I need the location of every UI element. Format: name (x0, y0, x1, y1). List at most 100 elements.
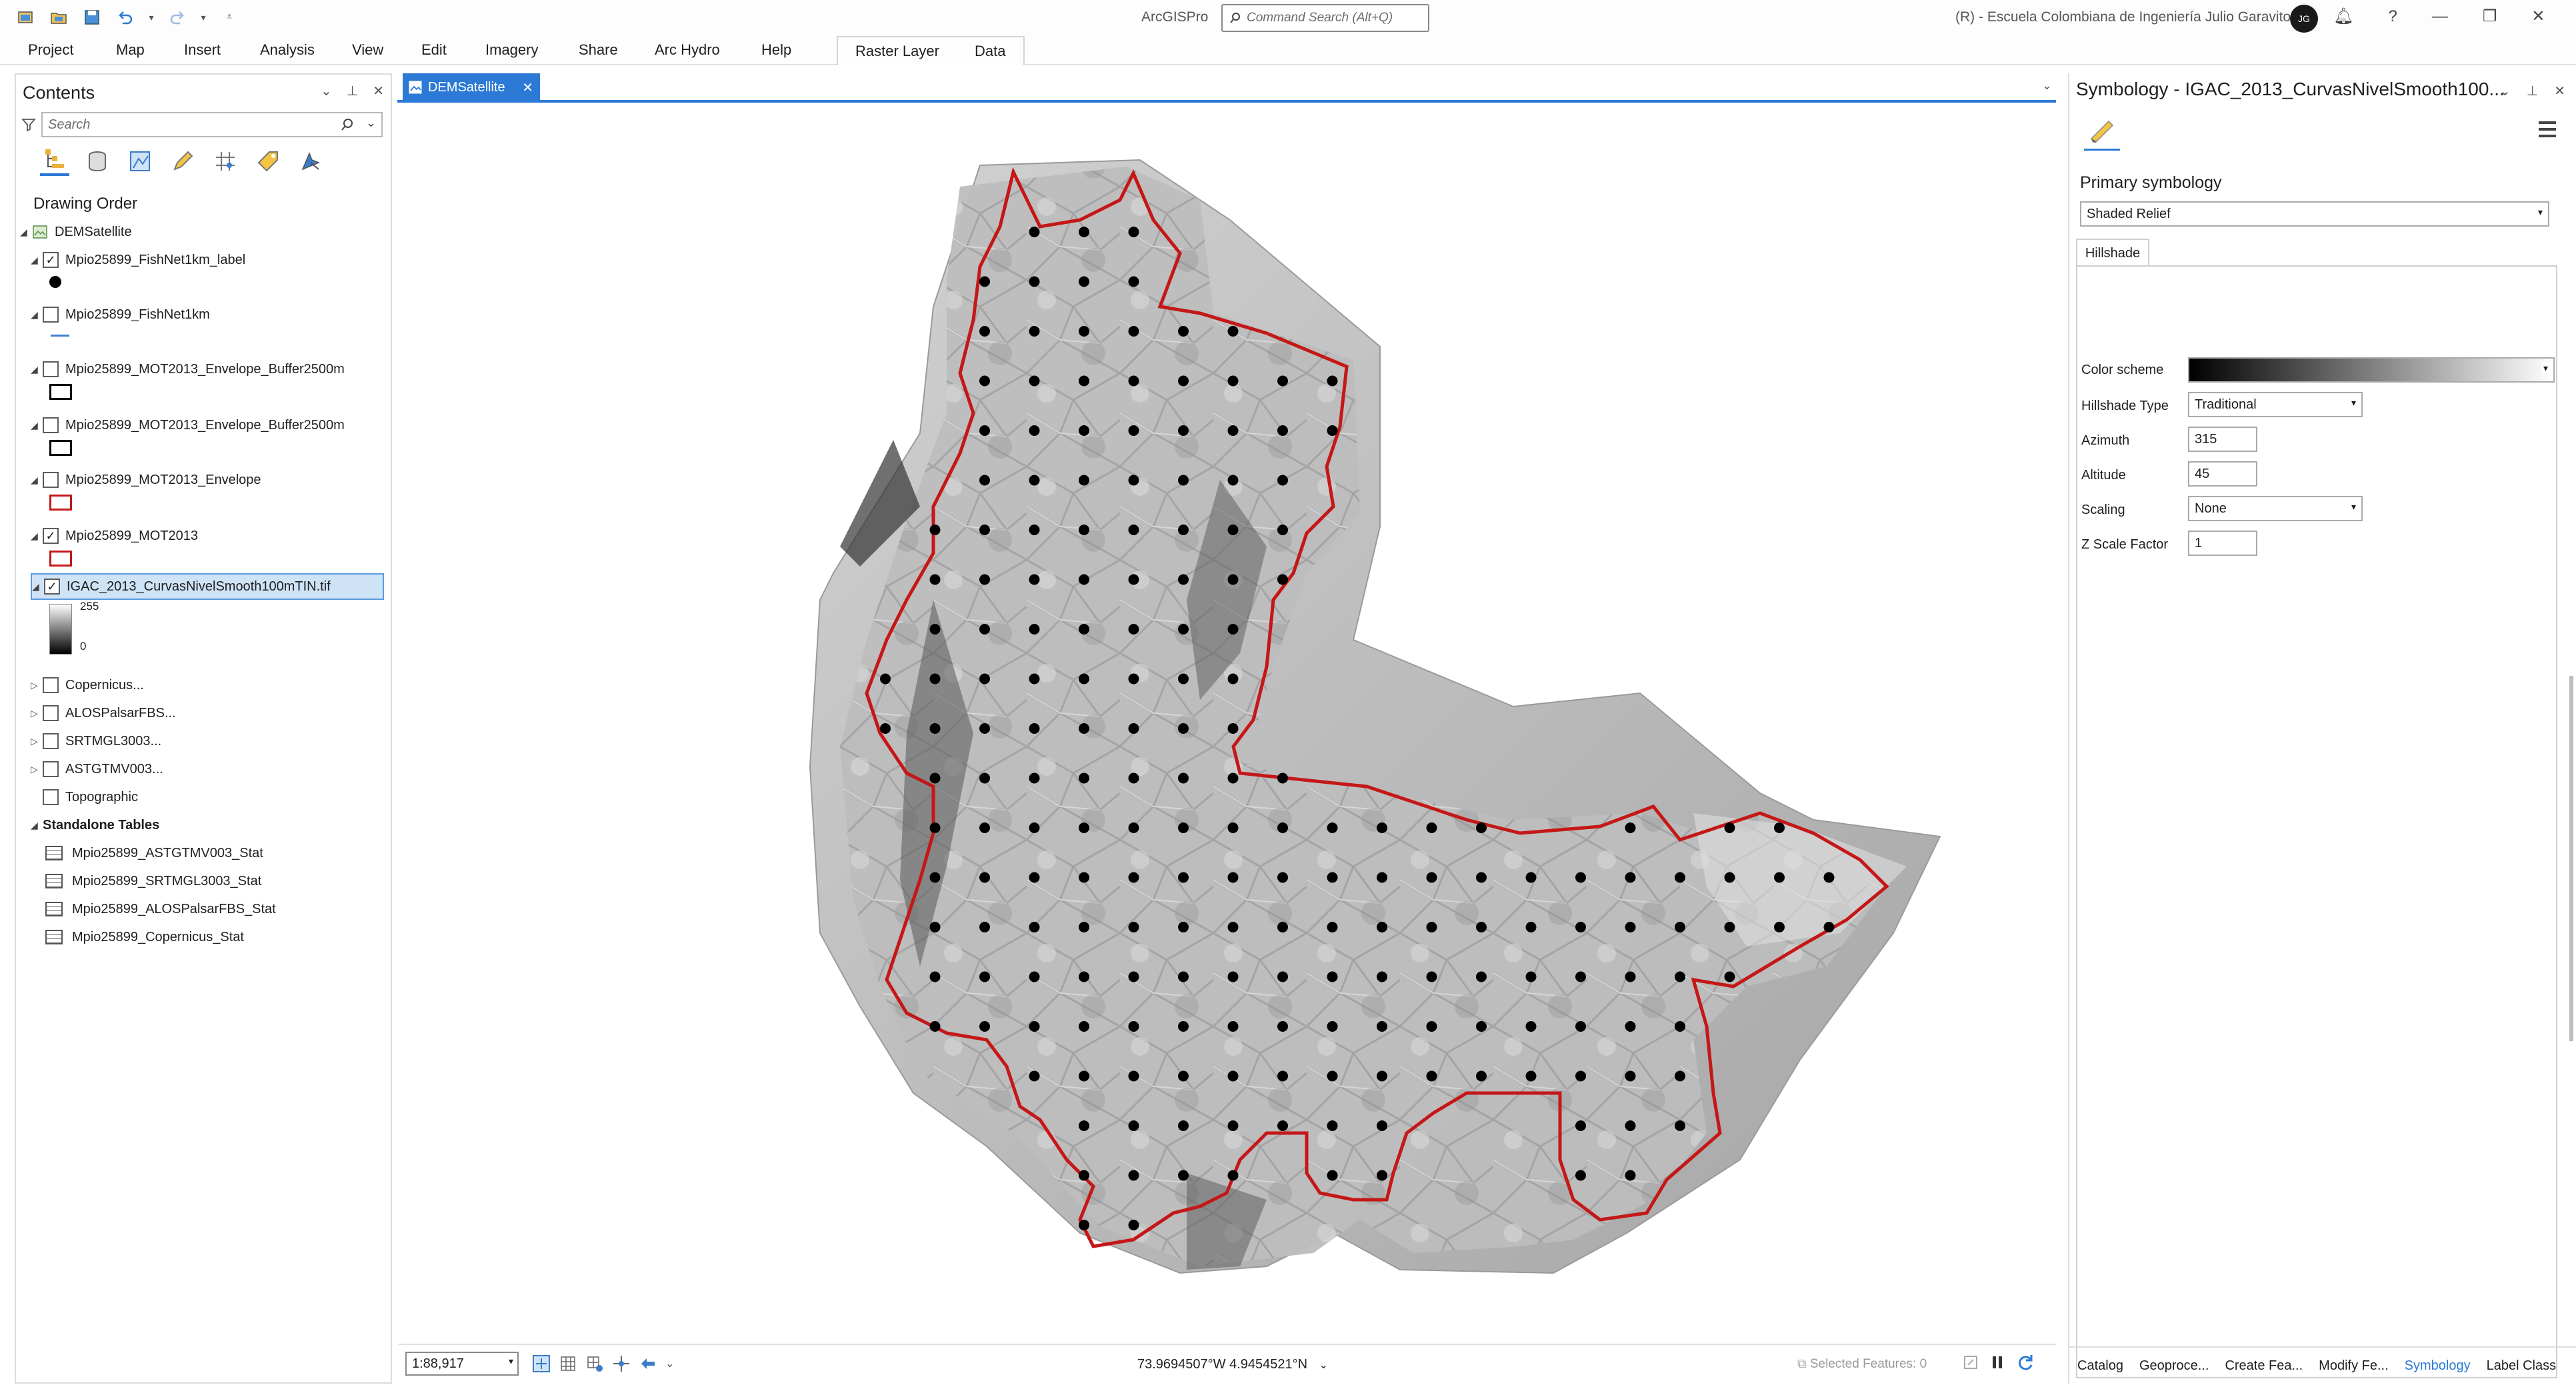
azimuth-input[interactable]: 315 (2188, 427, 2257, 452)
toc-standalone-tables[interactable]: ◢ Standalone Tables (31, 814, 159, 836)
layer-visibility-checkbox[interactable] (43, 417, 59, 433)
toc-layer-mot2013[interactable]: ◢ Mpio25899_MOT2013 (31, 525, 198, 547)
tab-analysis[interactable]: Analysis (260, 41, 315, 59)
restore-icon[interactable]: ❐ (2483, 7, 2497, 26)
color-scheme-ramp[interactable]: ▾ (2188, 357, 2555, 383)
layer-visibility-checkbox[interactable] (43, 677, 59, 693)
chevron-down-icon[interactable]: ▾ (2351, 397, 2356, 409)
chevron-down-icon[interactable]: ▾ (2541, 363, 2549, 374)
toc-layer-srtm[interactable]: ▷ SRTMGL3003... (31, 730, 161, 752)
layer-visibility-checkbox[interactable] (43, 472, 59, 488)
navigation-dropdown-chevron-down-icon[interactable]: ⌄ (665, 1357, 674, 1370)
tab-list-chevron-down-icon[interactable]: ⌄ (2042, 79, 2052, 93)
pane-options-icon[interactable]: ⌄ (321, 83, 332, 99)
collapse-arrow-icon[interactable]: ◢ (31, 255, 43, 266)
polygon-symbol-swatch[interactable] (49, 551, 72, 567)
close-icon[interactable]: ✕ (2531, 7, 2545, 26)
layer-visibility-checkbox[interactable] (43, 761, 59, 777)
toc-layer-envelope-buffer-2[interactable]: ◢ Mpio25899_MOT2013_Envelope_Buffer2500m (31, 415, 345, 436)
tab-map[interactable]: Map (116, 41, 145, 59)
hillshade-type-select[interactable]: Traditional ▾ (2188, 392, 2363, 417)
clear-selection-icon[interactable] (1963, 1354, 1979, 1370)
collapse-arrow-icon[interactable]: ◢ (32, 581, 44, 593)
contents-search-input[interactable]: Search ⌄ (41, 112, 383, 137)
pause-drawing-icon[interactable] (1989, 1354, 2005, 1370)
collapse-arrow-icon[interactable]: ◢ (31, 420, 43, 431)
polygon-symbol-swatch[interactable] (49, 495, 72, 511)
layer-visibility-checkbox[interactable] (43, 307, 59, 323)
toc-layer-alos[interactable]: ▷ ALOSPalsarFBS... (31, 702, 176, 724)
toc-layer-topographic[interactable]: Topographic (43, 786, 138, 808)
grid-icon[interactable] (559, 1354, 577, 1373)
layer-visibility-checkbox[interactable] (43, 705, 59, 721)
tab-data[interactable]: Data (975, 43, 1005, 60)
tab-demsatellite[interactable]: DEMSatellite ✕ (403, 73, 540, 101)
close-tab-icon[interactable]: ✕ (522, 79, 533, 96)
altitude-input[interactable]: 45 (2188, 461, 2257, 487)
command-search-input[interactable]: Command Search (Alt+Q) (1221, 4, 1429, 32)
pin-icon[interactable]: ⊥ (2527, 83, 2538, 99)
collapse-arrow-icon[interactable]: ◢ (31, 820, 43, 831)
layer-visibility-checkbox[interactable] (44, 579, 60, 595)
tab-insert[interactable]: Insert (184, 41, 221, 59)
tab-imagery[interactable]: Imagery (485, 41, 538, 59)
expand-arrow-icon[interactable]: ▷ (31, 708, 43, 719)
close-pane-icon[interactable]: ✕ (373, 83, 384, 99)
toc-layer-astgtm[interactable]: ▷ ASTGTMV003... (31, 758, 163, 780)
toc-layer-igac-raster[interactable]: ◢ IGAC_2013_CurvasNivelSmooth100mTIN.tif (31, 573, 384, 600)
collapse-arrow-icon[interactable]: ◢ (31, 309, 43, 321)
undo-icon[interactable] (113, 5, 137, 29)
polygon-symbol-swatch[interactable] (49, 384, 72, 400)
layer-visibility-checkbox[interactable] (43, 361, 59, 377)
scaling-select[interactable]: None ▾ (2188, 496, 2363, 521)
refresh-icon[interactable] (2016, 1353, 2035, 1372)
toc-table[interactable]: Mpio25899_Copernicus_Stat (45, 926, 244, 948)
chevron-down-icon[interactable]: ▾ (509, 1356, 513, 1367)
collapse-arrow-icon[interactable]: ◢ (31, 531, 43, 542)
toc-layer-copernicus[interactable]: ▷ Copernicus... (31, 675, 144, 696)
minimize-icon[interactable]: — (2432, 7, 2448, 26)
list-by-labeling-icon[interactable] (253, 147, 283, 176)
navigation-icon[interactable] (639, 1354, 657, 1373)
undo-dropdown-icon[interactable]: ▾ (147, 5, 156, 29)
tab-create-features[interactable]: Create Fea... (2217, 1358, 2311, 1374)
scale-selector[interactable]: 1:88,917 ▾ (405, 1352, 519, 1376)
primary-symbology-tab-icon[interactable] (2084, 115, 2120, 151)
notifications-bell-icon[interactable]: 🔔︎ (2333, 7, 2353, 26)
vertical-scrollbar[interactable] (2569, 676, 2573, 1041)
toc-table[interactable]: Mpio25899_SRTMGL3003_Stat (45, 870, 261, 892)
menu-hamburger-icon[interactable] (2539, 121, 2556, 141)
customize-toolbar-icon[interactable]: ⩡ (217, 5, 241, 29)
close-pane-icon[interactable]: ✕ (2554, 83, 2565, 99)
layer-visibility-checkbox[interactable] (43, 252, 59, 268)
grid-settings-icon[interactable] (585, 1354, 604, 1373)
tab-modify-features[interactable]: Modify Fe... (2311, 1358, 2396, 1374)
toc-table[interactable]: Mpio25899_ASTGTMV003_Stat (45, 842, 263, 864)
tab-label-class[interactable]: Label Class (2479, 1358, 2565, 1374)
layer-visibility-checkbox[interactable] (43, 733, 59, 749)
chevron-down-icon[interactable]: ▾ (2351, 501, 2356, 513)
fixed-scale-icon[interactable] (532, 1354, 551, 1373)
polygon-symbol-swatch[interactable] (49, 440, 72, 456)
tab-raster-layer[interactable]: Raster Layer (855, 43, 939, 60)
primary-symbology-select[interactable]: Shaded Relief ▾ (2080, 201, 2549, 227)
point-symbol-swatch[interactable] (49, 276, 61, 288)
redo-icon[interactable] (165, 5, 189, 29)
tab-share[interactable]: Share (579, 41, 618, 59)
chevron-down-icon[interactable]: ▾ (2538, 207, 2543, 218)
pane-options-icon[interactable]: ⌄ (2499, 83, 2511, 99)
tab-view[interactable]: View (352, 41, 383, 59)
list-by-perspective-icon[interactable] (296, 147, 325, 176)
collapse-arrow-icon[interactable]: ◢ (31, 475, 43, 486)
map-canvas[interactable] (399, 104, 2056, 1344)
map-drawing[interactable] (399, 104, 2056, 1344)
toc-layer-fishnet[interactable]: ◢ Mpio25899_FishNet1km (31, 304, 210, 325)
search-icon[interactable] (340, 117, 355, 132)
selected-features-count[interactable]: ⧉ Selected Features: 0 (1797, 1357, 1927, 1372)
collapse-arrow-icon[interactable]: ◢ (31, 364, 43, 375)
toc-map-root[interactable]: ◢ DEMSatellite (20, 221, 132, 243)
toc-layer-envelope-buffer-1[interactable]: ◢ Mpio25899_MOT2013_Envelope_Buffer2500m (31, 359, 345, 380)
expand-arrow-icon[interactable]: ▷ (31, 764, 43, 775)
toc-layer-envelope[interactable]: ◢ Mpio25899_MOT2013_Envelope (31, 469, 261, 491)
expand-arrow-icon[interactable]: ▷ (31, 736, 43, 747)
